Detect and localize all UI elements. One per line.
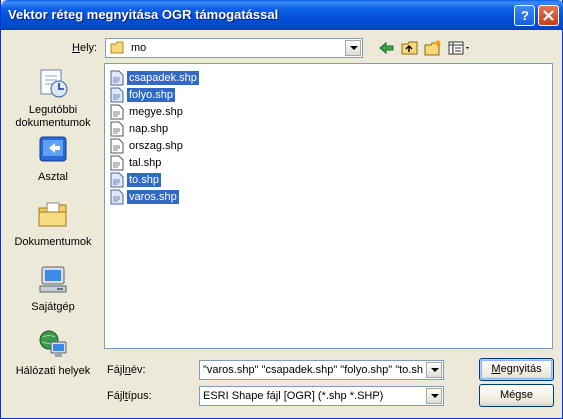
title-bar[interactable]: Vektor réteg megnyitása OGR támogatással… <box>1 0 563 30</box>
list-item[interactable]: nap.shp <box>109 120 170 137</box>
place-recent[interactable]: Legutóbbi dokumentumok <box>4 67 102 130</box>
place-label: Dokumentumok <box>14 236 92 248</box>
shapefile-icon <box>109 189 125 205</box>
shapefile-icon <box>109 172 125 188</box>
place-my-computer[interactable]: Sajátgép <box>4 264 102 314</box>
close-icon[interactable] <box>538 5 559 26</box>
recent-documents-icon <box>37 67 69 99</box>
place-label: Legutóbbi dokumentumok <box>15 104 91 129</box>
shapefile-icon <box>109 121 125 137</box>
shapefile-icon <box>109 155 125 171</box>
list-item[interactable]: varos.shp <box>109 188 179 205</box>
list-item[interactable]: folyo.shp <box>109 86 176 103</box>
desktop-icon <box>37 134 69 166</box>
network-places-icon <box>37 328 69 360</box>
list-item[interactable]: csapadek.shp <box>109 69 199 86</box>
places-bar: Legutóbbi dokumentumok Asztal Dokumentum… <box>4 63 102 383</box>
place-desktop[interactable]: Asztal <box>4 134 102 184</box>
list-item[interactable]: tal.shp <box>109 154 163 171</box>
shapefile-icon <box>109 104 125 120</box>
chevron-down-icon[interactable] <box>426 362 442 378</box>
place-network[interactable]: Hálózati helyek <box>4 328 102 378</box>
new-folder-icon[interactable] <box>424 39 442 57</box>
place-label: Asztal <box>38 171 68 183</box>
file-list[interactable]: csapadek.shp folyo.shp megye.shp nap.shp… <box>104 63 553 349</box>
chevron-down-icon[interactable] <box>345 40 361 56</box>
open-dialog: Vektor réteg megnyitása OGR támogatással… <box>0 0 563 419</box>
list-item[interactable]: megye.shp <box>109 103 185 120</box>
open-button[interactable]: Megnyitás <box>479 358 554 381</box>
back-icon[interactable] <box>378 39 396 57</box>
folder-icon <box>110 41 126 58</box>
list-item[interactable]: orszag.shp <box>109 137 185 154</box>
shapefile-icon <box>109 138 125 154</box>
filename-input[interactable]: "varos.shp" "csapadek.shp" "folyo.shp" "… <box>203 364 425 376</box>
help-icon[interactable]: ? <box>514 5 535 26</box>
filename-combo[interactable]: "varos.shp" "csapadek.shp" "folyo.shp" "… <box>199 360 444 380</box>
shapefile-icon <box>109 70 125 86</box>
place-label: Hálózati helyek <box>15 365 91 377</box>
location-label: Hely: <box>72 42 98 54</box>
svg-text:?: ? <box>521 8 529 23</box>
filetype-label: Fájltípus: <box>107 390 152 402</box>
chevron-down-icon[interactable] <box>426 388 442 404</box>
place-label: Sajátgép <box>31 301 75 313</box>
list-item[interactable]: to.shp <box>109 171 161 188</box>
cancel-button[interactable]: Mégse <box>479 384 554 407</box>
location-value: mo <box>131 42 147 54</box>
filetype-select[interactable]: ESRI Shape fájl [OGR] (*.shp *.SHP) <box>199 386 444 406</box>
my-documents-icon <box>37 199 69 231</box>
up-folder-icon[interactable] <box>401 39 419 57</box>
place-my-documents[interactable]: Dokumentumok <box>4 199 102 249</box>
shapefile-icon <box>109 87 125 103</box>
location-combo[interactable]: mo <box>105 38 363 58</box>
my-computer-icon <box>37 264 69 296</box>
window-title: Vektor réteg megnyitása OGR támogatással <box>8 7 279 22</box>
view-menu-icon[interactable] <box>448 39 472 57</box>
filename-label: Fájlnév: <box>107 364 146 376</box>
filetype-value: ESRI Shape fájl [OGR] (*.shp *.SHP) <box>203 390 384 402</box>
